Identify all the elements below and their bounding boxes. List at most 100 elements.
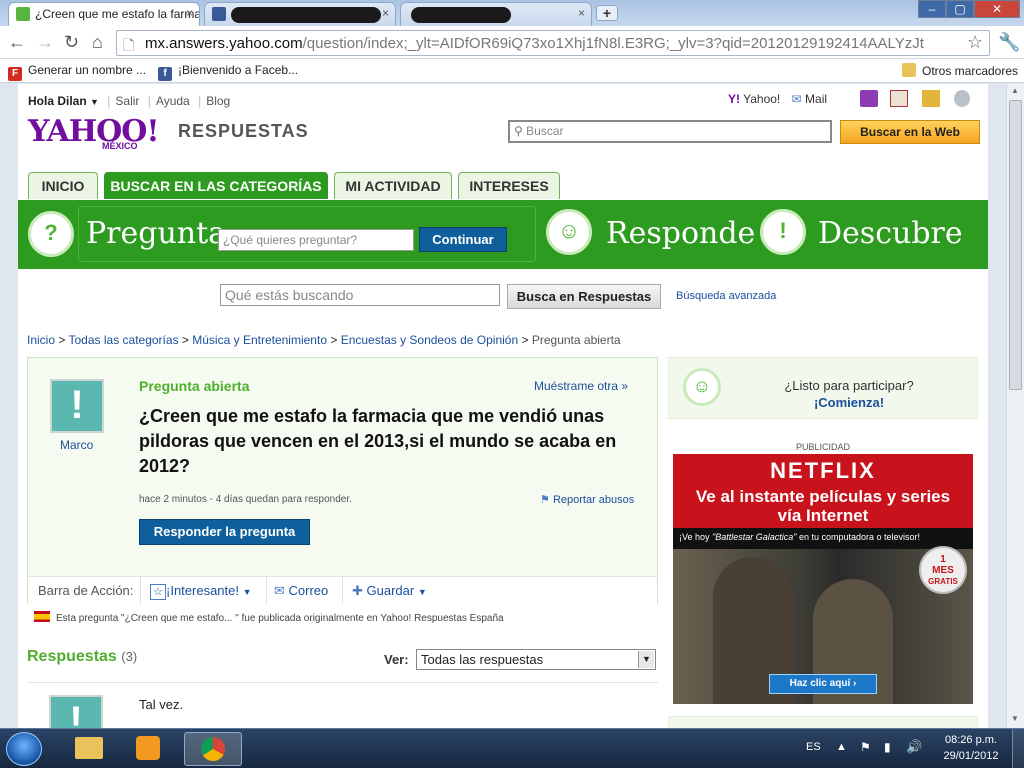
clock-date[interactable]: 29/01/2012 [941,750,1001,762]
explorer-taskbar-button[interactable] [64,732,114,766]
close-window-button[interactable]: ✕ [974,0,1020,18]
bookmark-facebook[interactable]: f ¡Bienvenido a Faceb... [158,63,298,81]
answers-search-button[interactable]: Busca en Respuestas [507,284,661,309]
tray-arrow-icon[interactable]: ▲ [836,741,847,753]
web-search-input[interactable]: ⚲ Buscar [508,120,832,143]
tab-yahoo-answers[interactable]: ¿Creen que me estafo la farmacia × [8,2,200,26]
language-indicator[interactable]: ES [806,741,821,753]
answer-question-button[interactable]: Responder la pregunta [139,519,310,545]
tab-facebook[interactable]: × [204,2,396,26]
participate-box: ☺ ¿Listo para participar? ¡Comienza! [668,357,978,419]
my-yahoo-icon[interactable] [860,90,878,107]
answers-filter-select[interactable]: Todas las respuestas ▼ [416,649,656,670]
yahoo-link[interactable]: Yahoo! [743,92,780,106]
yahoo-logo[interactable]: YAHOO! [28,114,160,149]
calendar-icon[interactable] [890,90,908,107]
signout-link[interactable]: Salir [115,94,139,108]
close-tab-icon[interactable]: × [186,6,193,20]
wrench-icon[interactable]: 🔧 [998,33,1020,51]
ad-subline: ¡Ve hoy "Battlestar Galactica" en tu com… [673,528,973,549]
action-bar: Barra de Acción: ☆ ¡Interesante! ▼ ✉ Corr… [28,576,657,604]
show-another-link[interactable]: Muéstrame otra » [534,379,628,393]
email-label: Correo [288,583,329,598]
bookmark-generar[interactable]: F Generar un nombre ... [8,63,146,81]
breadcrumb-encuestas[interactable]: Encuestas y Sondeos de Opinión [341,333,518,347]
report-abuse-link[interactable]: ⚑ Reportar abusos [540,493,634,506]
show-desktop-button[interactable] [1012,729,1024,768]
report-label: Reportar abusos [552,494,635,506]
interesting-button[interactable]: ☆ ¡Interesante! ▼ [150,583,252,600]
answer-smiley-icon: ☺ [546,209,592,255]
start-link[interactable]: ¡Comienza! [749,395,949,410]
save-button[interactable]: ✚ Guardar ▼ [352,583,427,599]
other-bookmarks[interactable]: Otros marcadores [902,63,1018,78]
tab-buscar-categorias[interactable]: BUSCAR EN LAS CATEGORÍAS [104,172,328,199]
chevron-down-icon: ▼ [242,587,252,597]
view-label: Ver: [384,652,409,667]
netflix-ad[interactable]: NETFLIX Ve al instante películas y serie… [673,454,973,704]
answers-search-input[interactable]: Qué estás buscando [220,284,500,306]
ask-input[interactable]: ¿Qué quieres preguntar? [218,229,414,251]
bookmark-star-icon[interactable]: ☆ [967,32,983,53]
folder-icon [75,737,103,759]
network-icon[interactable]: ▮ [884,740,891,754]
settings-gear-icon[interactable] [954,90,970,107]
yahoo-answers-favicon-icon [16,7,30,21]
action-center-flag-icon[interactable]: ⚑ [860,740,871,754]
question-smiley-icon: ? [28,211,74,257]
mail-link[interactable]: Mail [805,92,827,106]
continue-button[interactable]: Continuar [419,227,507,252]
clock-time[interactable]: 08:26 p.m. [941,734,1001,746]
maximize-button[interactable]: ▢ [946,0,974,18]
close-tab-icon[interactable]: × [382,6,389,20]
help-link[interactable]: Ayuda [156,94,190,108]
free-month-badge: 1 MES GRATIS [919,546,967,594]
tab-redacted[interactable]: × [400,2,592,26]
avatar[interactable]: ! [49,695,103,728]
other-bookmarks-label: Otros marcadores [922,64,1019,78]
notepad-icon[interactable] [922,90,940,107]
reload-icon[interactable]: ↻ [64,33,79,51]
tab-intereses[interactable]: INTERESES [458,172,560,199]
start-button[interactable] [6,732,42,766]
blog-link[interactable]: Blog [206,94,230,108]
scroll-down-icon[interactable]: ▼ [1011,714,1019,723]
chrome-taskbar-button[interactable] [184,732,242,766]
ad-cta-button[interactable]: Haz clic aquí › [769,674,877,694]
breadcrumb-categorias[interactable]: Todas las categorías [69,333,179,347]
back-arrow-icon[interactable]: ← [8,33,26,51]
scrollbar-thumb[interactable] [1009,100,1022,390]
address-bar[interactable]: 🗋 mx.answers.yahoo.com/question/index;_yl… [116,30,990,56]
answer-heading[interactable]: Responde [606,216,755,251]
media-player-taskbar-button[interactable] [122,732,172,766]
breadcrumb-inicio[interactable]: Inicio [27,333,55,347]
badge-number: 1 [940,554,946,565]
discover-heading[interactable]: Descubre [818,216,963,251]
author-name[interactable]: Marco [60,438,93,452]
ad-headline: Ve al instante películas y series vía In… [695,487,951,525]
participate-smiley-icon: ☺ [683,368,721,406]
avatar[interactable]: ! [50,379,104,433]
save-label: Guardar [366,583,415,598]
email-button[interactable]: ✉ Correo [274,583,328,599]
breadcrumb-musica[interactable]: Música y Entretenimiento [192,333,327,347]
advanced-search-link[interactable]: Búsqueda avanzada [676,290,776,302]
question-meta: hace 2 minutos - 4 días quedan para resp… [139,494,352,505]
tab-mi-actividad[interactable]: MI ACTIVIDAD [334,172,452,199]
forward-arrow-icon[interactable]: → [36,33,54,51]
page-scrollbar[interactable]: ▲ ▼ [1006,84,1024,728]
breadcrumb-sep: > [181,333,189,347]
chevron-down-icon[interactable]: ▼ [90,97,99,107]
web-search-button[interactable]: Buscar en la Web [840,120,980,144]
yahoo-links: Y! Yahoo! ✉ Mail [728,92,827,106]
home-icon[interactable]: ⌂ [92,33,103,51]
scroll-up-icon[interactable]: ▲ [1011,86,1019,95]
greeting[interactable]: Hola Dilan [28,94,87,108]
tab-inicio[interactable]: INICIO [28,172,98,199]
minimize-button[interactable]: – [918,0,946,18]
volume-icon[interactable]: 🔊 [906,739,922,755]
breadcrumb-sep: > [58,333,66,347]
new-tab-button[interactable]: + [596,5,618,21]
answers-heading: Respuestas (3) [27,648,137,666]
close-tab-icon[interactable]: × [578,6,585,20]
